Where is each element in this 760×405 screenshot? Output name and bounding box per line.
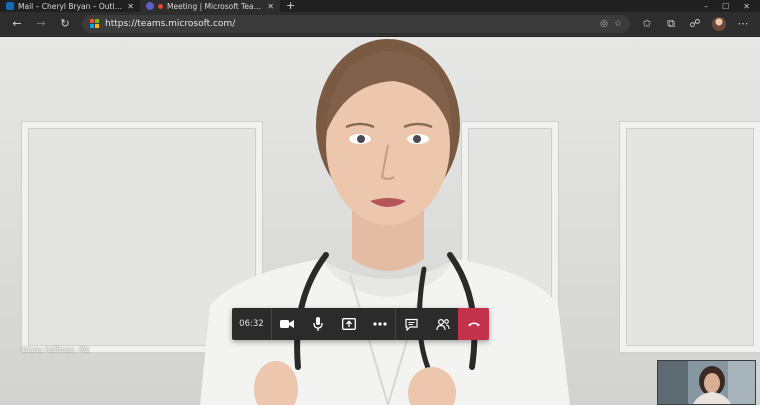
settings-more-button[interactable]: ⋯ bbox=[732, 14, 754, 34]
window-controls: – ☐ ✕ bbox=[704, 2, 760, 11]
profile-button[interactable] bbox=[708, 14, 730, 34]
forward-button[interactable]: → bbox=[30, 14, 52, 34]
tab-title: Meeting | Microsoft Teams bbox=[167, 1, 264, 11]
wall-panel bbox=[620, 122, 760, 352]
microsoft-logo-icon bbox=[90, 19, 99, 28]
meeting-stage: Diana Hoffman, RN 06:32 bbox=[0, 37, 760, 405]
profile-avatar bbox=[712, 16, 726, 31]
tracking-prevention-icon[interactable]: ◎ bbox=[600, 19, 608, 29]
microphone-icon bbox=[313, 317, 323, 331]
favorites-button[interactable]: ✩ bbox=[636, 14, 658, 34]
favorite-star-icon[interactable]: ☆ bbox=[614, 19, 622, 29]
meeting-timer: 06:32 bbox=[232, 308, 272, 340]
tab-title: Mail – Cheryl Bryan – Outlook bbox=[18, 1, 124, 11]
minimize-button[interactable]: – bbox=[704, 2, 708, 11]
collections-button[interactable]: ⧉ bbox=[660, 14, 682, 34]
call-controls-bar: 06:32 bbox=[232, 308, 489, 340]
close-tab-icon[interactable]: ✕ bbox=[267, 2, 274, 11]
hang-up-icon bbox=[467, 322, 480, 327]
hang-up-button[interactable] bbox=[458, 308, 489, 340]
tab-outlook-mail[interactable]: Mail – Cheryl Bryan – Outlook ✕ bbox=[0, 0, 140, 12]
feedback-button[interactable]: ☍ bbox=[684, 14, 706, 34]
refresh-button[interactable]: ↻ bbox=[54, 14, 76, 34]
url-text[interactable]: https://teams.microsoft.com/ bbox=[105, 19, 594, 29]
close-tab-icon[interactable]: ✕ bbox=[127, 2, 134, 11]
outlook-icon bbox=[6, 2, 14, 10]
participant-video bbox=[200, 39, 570, 405]
participants-icon bbox=[436, 318, 450, 330]
share-screen-button[interactable] bbox=[334, 308, 365, 340]
new-tab-button[interactable]: + bbox=[286, 0, 295, 12]
self-view-image bbox=[658, 361, 755, 404]
recording-indicator-icon bbox=[158, 3, 163, 9]
browser-toolbar: ← → ↻ https://teams.microsoft.com/ ◎ ☆ ✩… bbox=[0, 12, 760, 36]
self-view-video[interactable] bbox=[657, 360, 756, 405]
chat-button[interactable] bbox=[396, 308, 427, 340]
address-bar[interactable]: https://teams.microsoft.com/ ◎ ☆ bbox=[82, 14, 630, 33]
camera-icon bbox=[280, 320, 295, 328]
tab-teams-meeting[interactable]: Meeting | Microsoft Teams ✕ bbox=[140, 0, 280, 12]
browser-tab-strip: Mail – Cheryl Bryan – Outlook ✕ Meeting … bbox=[0, 0, 760, 12]
back-button[interactable]: ← bbox=[6, 14, 28, 34]
more-actions-icon bbox=[373, 322, 387, 326]
participants-button[interactable] bbox=[427, 308, 458, 340]
maximize-button[interactable]: ☐ bbox=[722, 2, 729, 11]
microphone-button[interactable] bbox=[303, 308, 334, 340]
more-actions-button[interactable] bbox=[364, 308, 395, 340]
chat-icon bbox=[405, 318, 418, 331]
close-window-button[interactable]: ✕ bbox=[743, 2, 750, 11]
participant-name-label: Diana Hoffman, RN bbox=[22, 346, 90, 354]
teams-icon bbox=[146, 2, 154, 10]
camera-button[interactable] bbox=[272, 308, 303, 340]
share-screen-icon bbox=[342, 318, 356, 330]
